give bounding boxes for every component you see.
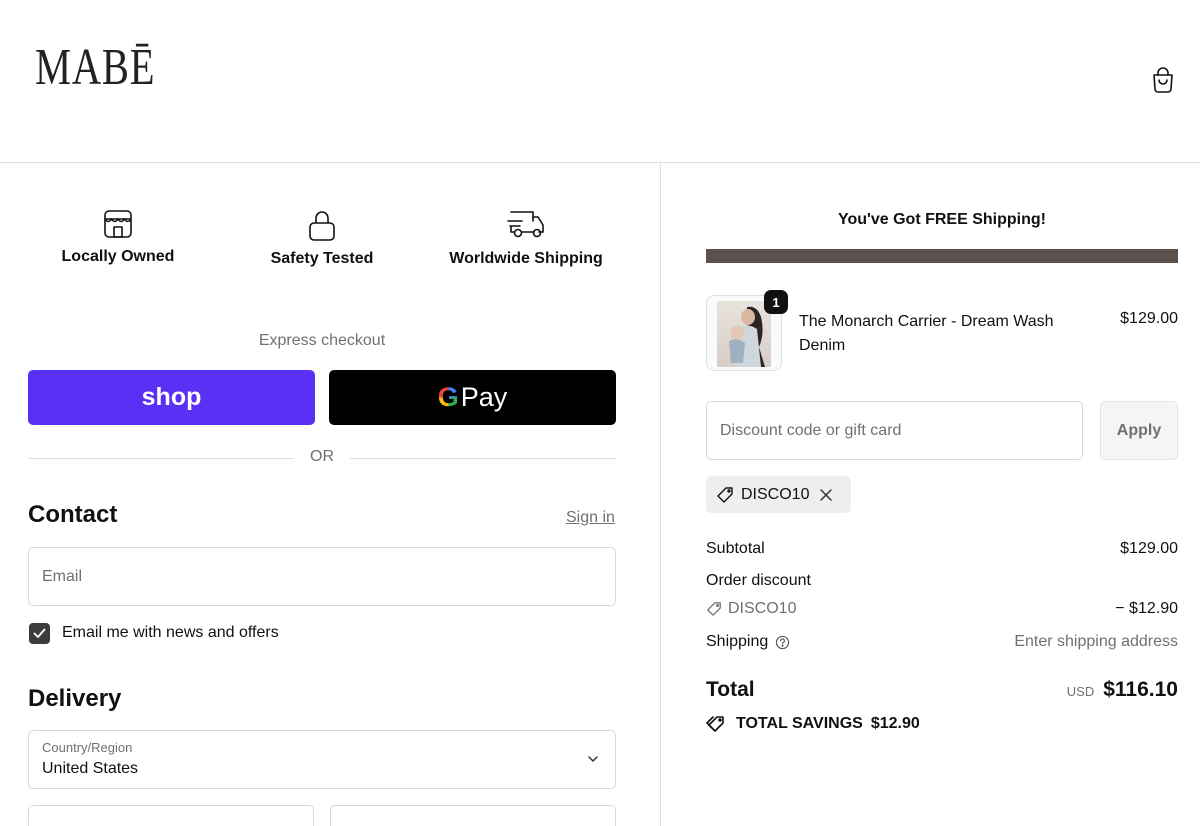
checkmark-icon: [33, 628, 46, 638]
progress-fill: [706, 249, 1178, 263]
shopping-bag-icon[interactable]: [1150, 66, 1176, 94]
or-divider: OR: [28, 448, 616, 468]
feature-safety-tested: Safety Tested: [268, 208, 376, 268]
discount-code-input[interactable]: [707, 402, 1082, 459]
remove-discount-icon[interactable]: [819, 488, 833, 502]
newsletter-label: Email me with news and offers: [62, 624, 279, 641]
shipping-row: Shipping Enter shipping address: [706, 633, 1178, 651]
country-select[interactable]: Country/Region United States: [28, 730, 616, 789]
quantity-badge: 1: [764, 290, 788, 314]
checkout-form-column: Locally Owned Safety Tested Worldwide Sh…: [0, 164, 661, 826]
total-row: Total USD $116.10: [706, 678, 1178, 708]
free-shipping-progress-bar: [706, 249, 1178, 263]
feature-locally-owned: Locally Owned: [60, 208, 176, 266]
google-g-icon: G: [437, 382, 459, 412]
order-discount-row: Order discount: [706, 572, 1178, 590]
country-value: United States: [42, 760, 139, 777]
tag-icon: [706, 716, 724, 732]
feature-label: Locally Owned: [61, 248, 175, 265]
free-shipping-message: You've Got FREE Shipping!: [838, 211, 1046, 228]
site-header: MABĒ: [0, 0, 1200, 163]
shop-pay-label: shop: [141, 383, 202, 411]
country-field-label: Country/Region: [42, 740, 133, 755]
subtotal-value: $129.00: [1120, 540, 1178, 557]
product-image: [717, 301, 771, 367]
sign-in-link[interactable]: Sign in: [566, 509, 615, 527]
feature-label: Safety Tested: [270, 250, 374, 267]
apply-discount-button[interactable]: Apply: [1100, 401, 1178, 460]
order-discount-label: Order discount: [706, 572, 811, 589]
delivery-heading: Delivery: [28, 685, 122, 712]
tag-icon: [707, 602, 721, 616]
discount-code-row: DISCO10 − $12.90: [706, 600, 1178, 618]
google-pay-button[interactable]: G Pay: [329, 370, 616, 425]
shipping-value: Enter shipping address: [1014, 633, 1178, 650]
shop-pay-button[interactable]: shop: [28, 370, 315, 425]
subtotal-row: Subtotal $129.00: [706, 540, 1178, 558]
feature-worldwide-shipping: Worldwide Shipping: [446, 208, 606, 268]
newsletter-checkbox[interactable]: [29, 623, 50, 644]
discount-code-field[interactable]: [706, 401, 1083, 460]
subtotal-label: Subtotal: [706, 540, 765, 557]
product-name: The Monarch Carrier - Dream Wash Denim: [799, 313, 1054, 354]
discount-code-label: DISCO10: [728, 600, 797, 617]
email-input[interactable]: [29, 548, 615, 605]
email-field[interactable]: [28, 547, 616, 606]
applied-code-label: DISCO10: [741, 485, 810, 503]
applied-discount-chip: DISCO10: [706, 476, 851, 513]
or-text: OR: [310, 448, 334, 465]
delivery-truck-icon: [507, 211, 544, 238]
express-checkout-label: Express checkout: [258, 332, 386, 349]
savings-value: $12.90: [870, 715, 920, 732]
discount-value: − $12.90: [1115, 600, 1178, 617]
currency-code: USD: [1066, 684, 1095, 699]
first-name-field[interactable]: [28, 805, 314, 826]
contact-heading: Contact: [28, 501, 118, 528]
help-circle-icon[interactable]: [775, 635, 790, 650]
feature-label: Worldwide Shipping: [449, 250, 603, 267]
brand-logo[interactable]: MABĒ: [35, 42, 155, 94]
divider-line: [28, 458, 294, 459]
chevron-down-icon: [588, 756, 598, 762]
savings-label: TOTAL SAVINGS: [736, 715, 863, 732]
divider-line: [350, 458, 616, 459]
total-label: Total: [706, 678, 755, 701]
tag-icon: [717, 486, 733, 503]
product-price: $129.00: [1120, 310, 1178, 327]
lock-icon: [309, 211, 335, 241]
google-pay-label: Pay: [460, 382, 508, 412]
total-value: $116.10: [1103, 678, 1178, 701]
order-summary-column: You've Got FREE Shipping! 1 The Monarch …: [662, 164, 1200, 826]
last-name-field[interactable]: [330, 805, 616, 826]
total-savings: TOTAL SAVINGS $12.90: [706, 715, 920, 733]
storefront-icon: [104, 210, 132, 238]
shipping-label: Shipping: [706, 633, 769, 650]
